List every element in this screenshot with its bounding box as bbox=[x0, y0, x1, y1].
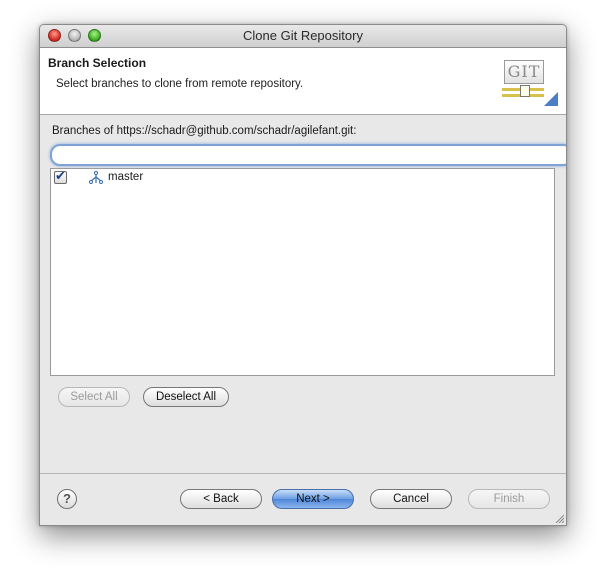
branch-list: ✔ master bbox=[50, 168, 555, 376]
resize-grip-icon[interactable] bbox=[554, 513, 564, 523]
clone-git-repository-window: Clone Git Repository Branch Selection Se… bbox=[39, 24, 567, 526]
branch-name: master bbox=[108, 171, 144, 183]
page-title: Branch Selection bbox=[48, 56, 147, 70]
back-button[interactable]: < Back bbox=[180, 489, 262, 509]
title-bar: Clone Git Repository bbox=[40, 25, 566, 48]
branch-filter-input[interactable] bbox=[50, 144, 566, 166]
cancel-button[interactable]: Cancel bbox=[370, 489, 452, 509]
window-title: Clone Git Repository bbox=[243, 28, 363, 43]
list-item[interactable]: ✔ master bbox=[51, 168, 554, 187]
deselect-all-button[interactable]: Deselect All bbox=[143, 387, 229, 407]
finish-button[interactable]: Finish bbox=[468, 489, 550, 509]
git-logo: GIT bbox=[500, 54, 558, 106]
branches-label: Branches of https://schadr@github.com/sc… bbox=[52, 125, 357, 137]
branch-icon bbox=[89, 171, 103, 184]
branch-master-checkbox[interactable]: ✔ bbox=[54, 168, 67, 184]
wizard-header: Branch Selection Select branches to clon… bbox=[40, 48, 566, 115]
page-description: Select branches to clone from remote rep… bbox=[56, 78, 304, 90]
select-all-button[interactable]: Select All bbox=[58, 387, 130, 407]
footer-divider bbox=[40, 473, 566, 474]
checkmark-icon: ✔ bbox=[55, 168, 66, 183]
help-icon[interactable]: ? bbox=[57, 489, 77, 509]
git-logo-text: GIT bbox=[504, 60, 544, 84]
next-button[interactable]: Next > bbox=[272, 489, 354, 509]
